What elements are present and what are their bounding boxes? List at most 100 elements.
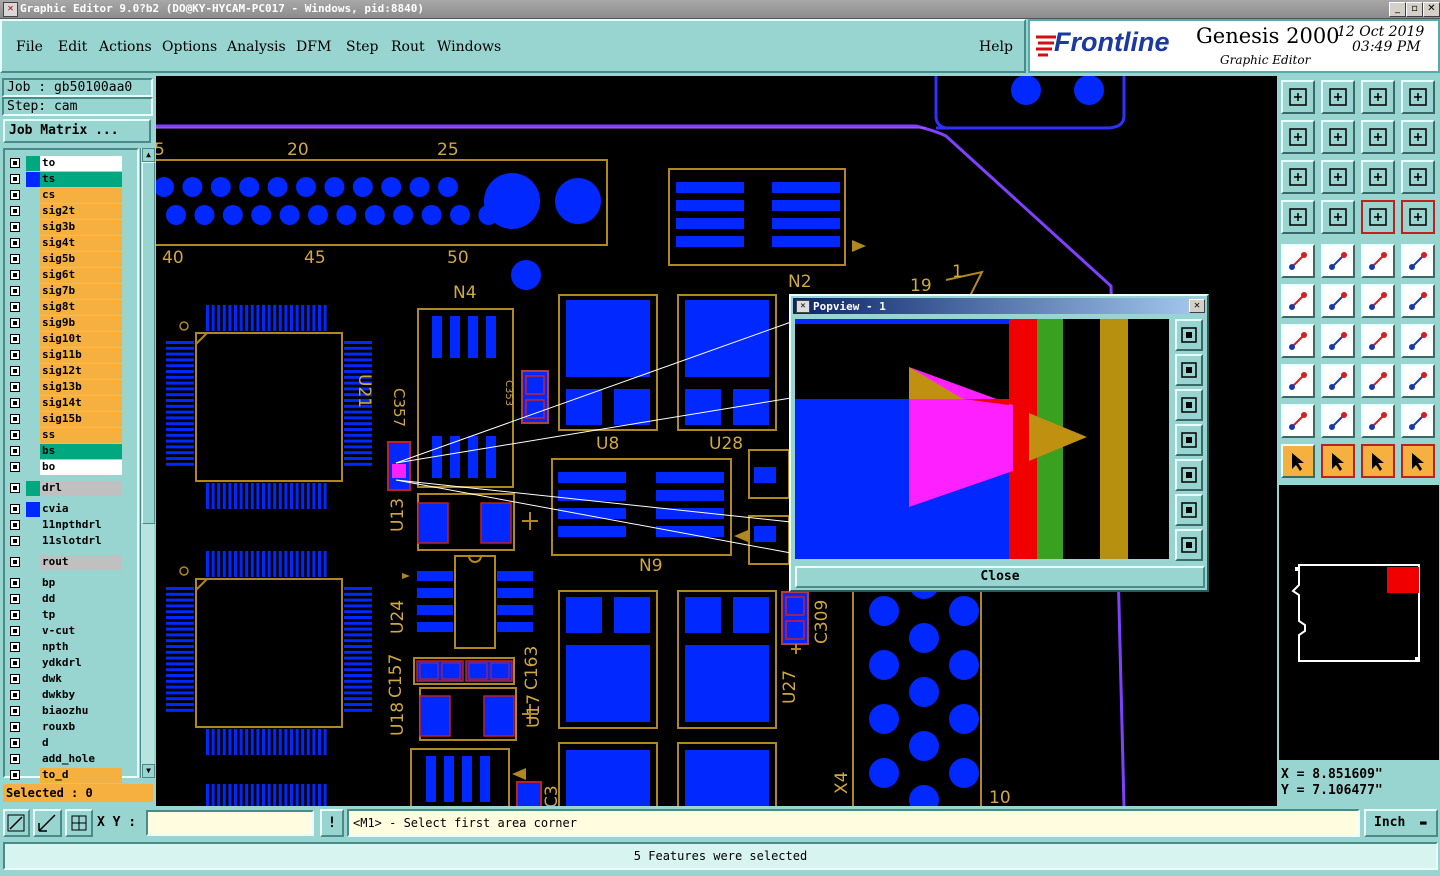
layer-checkbox[interactable]	[10, 174, 20, 184]
layer-checkbox[interactable]	[10, 658, 20, 668]
layer-row[interactable]: sig15b	[8, 412, 124, 427]
layer-checkbox[interactable]	[10, 578, 20, 588]
layer-name[interactable]: d	[40, 736, 122, 751]
layer-row[interactable]: sig3b	[8, 220, 124, 235]
layer-name[interactable]: sig12t	[40, 364, 122, 379]
home-icon[interactable]	[1361, 80, 1395, 114]
cross-icon[interactable]	[1321, 284, 1355, 318]
layer-checkbox[interactable]	[10, 674, 20, 684]
layer-row[interactable]: ss	[8, 428, 124, 443]
grid-toggle-icon[interactable]	[1321, 200, 1355, 234]
layer-checkbox[interactable]	[10, 350, 20, 360]
layer-checkbox[interactable]	[10, 398, 20, 408]
layer-row[interactable]: sig7b	[8, 284, 124, 299]
layer-row[interactable]: sig10t	[8, 332, 124, 347]
layer-color-swatch[interactable]	[26, 236, 40, 251]
layer-name[interactable]: sig7b	[40, 284, 122, 299]
layer-name[interactable]: sig4t	[40, 236, 122, 251]
layer-checkbox[interactable]	[10, 738, 20, 748]
layer-name[interactable]: dd	[40, 592, 122, 607]
zoom-in-icon[interactable]	[1281, 160, 1315, 194]
layer-row[interactable]: sig6t	[8, 268, 124, 283]
cluster-icon[interactable]	[1401, 364, 1435, 398]
layer-checkbox[interactable]	[10, 206, 20, 216]
layer-row[interactable]: biaozhu	[8, 704, 124, 719]
layer-color-swatch[interactable]	[26, 624, 40, 639]
layer-checkbox[interactable]	[10, 334, 20, 344]
layer-name[interactable]: cvia	[40, 502, 122, 517]
layer-checkbox[interactable]	[10, 754, 20, 764]
popview-zoom-in-icon[interactable]	[1175, 494, 1203, 526]
layer-name[interactable]: npth	[40, 640, 122, 655]
popview-pan-down-icon[interactable]	[1175, 389, 1203, 421]
layer-checkbox[interactable]	[10, 190, 20, 200]
layer-color-swatch[interactable]	[26, 332, 40, 347]
layer-stack-icon[interactable]	[1361, 200, 1395, 234]
layer-checkbox[interactable]	[10, 610, 20, 620]
layer-name[interactable]: bs	[40, 444, 122, 459]
layer-color-swatch[interactable]	[26, 252, 40, 267]
zoom-fit-icon[interactable]	[1321, 80, 1355, 114]
layer-row[interactable]: bo	[8, 460, 124, 475]
layer-checkbox[interactable]	[10, 504, 20, 514]
popview-pan-right-icon[interactable]	[1175, 459, 1203, 491]
layer-color-swatch[interactable]	[26, 428, 40, 443]
pan-left-icon[interactable]	[1281, 120, 1315, 154]
layer-name[interactable]: rout	[40, 555, 122, 570]
layer-color-swatch[interactable]	[26, 592, 40, 607]
layer-name[interactable]: ydkdrl	[40, 656, 122, 671]
layer-color-swatch[interactable]	[26, 534, 40, 549]
layer-color-swatch[interactable]	[26, 518, 40, 533]
popview-pan-up-icon[interactable]	[1175, 354, 1203, 386]
layer-name[interactable]: sig8t	[40, 300, 122, 315]
scroll-up-arrow-icon[interactable]: ▲	[142, 148, 155, 162]
popview-title-bar[interactable]: ✕ Popview - 1 ✕	[793, 298, 1205, 314]
layer-checkbox[interactable]	[10, 270, 20, 280]
arch-icon[interactable]	[1361, 404, 1395, 438]
layer-color-swatch[interactable]	[26, 284, 40, 299]
snap-point-icon[interactable]	[1401, 244, 1435, 278]
layer-checkbox[interactable]	[10, 770, 20, 780]
layer-checkbox[interactable]	[10, 302, 20, 312]
layer-row[interactable]: sig12t	[8, 364, 124, 379]
layer-color-swatch[interactable]	[26, 768, 40, 783]
layer-color-swatch[interactable]	[26, 156, 40, 171]
popview-pan-left-icon[interactable]	[1175, 424, 1203, 456]
layer-row[interactable]: sig13b	[8, 380, 124, 395]
layer-checkbox[interactable]	[10, 690, 20, 700]
layer-row[interactable]: 11slotdrl	[8, 534, 124, 549]
select-net-icon[interactable]	[1401, 444, 1435, 478]
layer-checkbox[interactable]	[10, 318, 20, 328]
layer-row[interactable]: drl	[8, 481, 124, 496]
layer-name[interactable]: ss	[40, 428, 122, 443]
scroll-thumb[interactable]	[142, 162, 155, 524]
layer-checkbox[interactable]	[10, 446, 20, 456]
layer-checkbox[interactable]	[10, 382, 20, 392]
layer-row[interactable]: sig8t	[8, 300, 124, 315]
layer-row[interactable]: sig5b	[8, 252, 124, 267]
layer-row[interactable]: bs	[8, 444, 124, 459]
layer-color-swatch[interactable]	[26, 380, 40, 395]
layer-checkbox[interactable]	[10, 536, 20, 546]
layer-checkbox[interactable]	[10, 462, 20, 472]
layer-name[interactable]: sig15b	[40, 412, 122, 427]
layer-color-swatch[interactable]	[26, 640, 40, 655]
layer-name[interactable]: drl	[40, 481, 122, 496]
layer-name[interactable]: biaozhu	[40, 704, 122, 719]
close-window-button[interactable]: ✕	[1423, 2, 1440, 17]
layer-row[interactable]: rout	[8, 555, 124, 570]
layer-name[interactable]: sig10t	[40, 332, 122, 347]
measure-button[interactable]	[33, 809, 62, 837]
layer-row[interactable]: rouxb	[8, 720, 124, 735]
layer-color-swatch[interactable]	[26, 172, 40, 187]
triangle-filled-icon[interactable]	[1321, 404, 1355, 438]
layer-list-scrollbar[interactable]: ▲ ▼	[140, 148, 155, 778]
layer-row[interactable]: sig14t	[8, 396, 124, 411]
layer-checkbox[interactable]	[10, 430, 20, 440]
layer-color-swatch[interactable]	[26, 364, 40, 379]
layer-color-swatch[interactable]	[26, 576, 40, 591]
layer-row[interactable]: ydkdrl	[8, 656, 124, 671]
layer-row[interactable]: sig11b	[8, 348, 124, 363]
triangle-icon[interactable]	[1281, 404, 1315, 438]
layer-name[interactable]: 11npthdrl	[40, 518, 122, 533]
